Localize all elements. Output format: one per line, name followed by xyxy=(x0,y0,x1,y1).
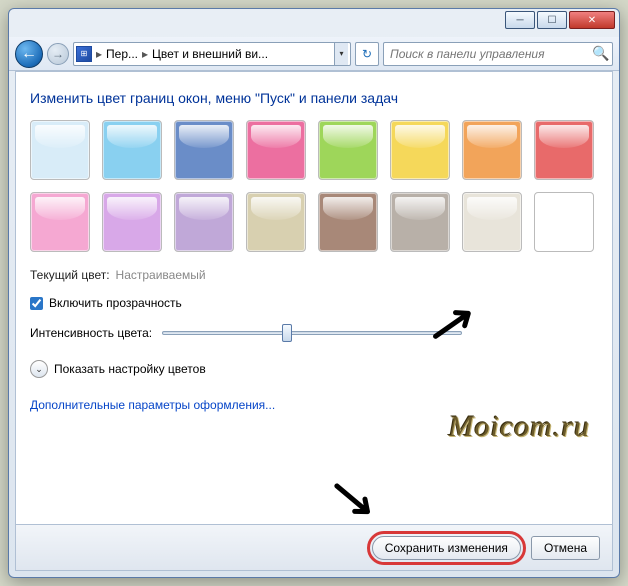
refresh-button[interactable]: ↻ xyxy=(355,42,379,66)
save-button[interactable]: Сохранить изменения xyxy=(372,536,521,560)
color-swatch-15[interactable] xyxy=(534,192,594,252)
advanced-appearance-link[interactable]: Дополнительные параметры оформления... xyxy=(30,398,275,412)
transparency-label: Включить прозрачность xyxy=(49,296,182,310)
minimize-button[interactable]: ─ xyxy=(505,11,535,29)
slider-track xyxy=(162,331,462,335)
cancel-button[interactable]: Отмена xyxy=(531,536,600,560)
intensity-label: Интенсивность цвета: xyxy=(30,326,152,340)
annotation-arrow-1 xyxy=(414,280,498,364)
show-mixer-label: Показать настройку цветов xyxy=(54,362,206,376)
current-color-label: Текущий цвет: xyxy=(30,268,110,282)
slider-thumb[interactable] xyxy=(282,324,292,342)
current-color-row: Текущий цвет: Настраиваемый xyxy=(30,268,598,282)
breadcrumb-2[interactable]: Цвет и внешний ви... xyxy=(152,47,268,61)
back-button[interactable]: ← xyxy=(15,40,43,68)
annotation-arrow-2 xyxy=(314,460,399,525)
maximize-button[interactable]: ☐ xyxy=(537,11,567,29)
chevron-down-icon[interactable]: ⌄ xyxy=(30,360,48,378)
arrow-right-icon: → xyxy=(52,47,64,61)
breadcrumb-separator: ▸ xyxy=(142,47,148,61)
arrow-left-icon: ← xyxy=(21,45,37,63)
content-area: Изменить цвет границ окон, меню "Пуск" и… xyxy=(15,71,613,525)
search-icon[interactable]: 🔍 xyxy=(590,45,612,62)
color-swatch-12[interactable] xyxy=(318,192,378,252)
transparency-checkbox[interactable] xyxy=(30,297,43,310)
color-swatch-5[interactable] xyxy=(390,120,450,180)
intensity-slider[interactable] xyxy=(162,324,462,342)
breadcrumb-1[interactable]: Пер... xyxy=(106,47,138,61)
color-swatch-3[interactable] xyxy=(246,120,306,180)
breadcrumb-separator: ▸ xyxy=(96,47,102,61)
close-button[interactable]: ✕ xyxy=(569,11,615,29)
color-swatch-0[interactable] xyxy=(30,120,90,180)
color-swatch-2[interactable] xyxy=(174,120,234,180)
transparency-row: Включить прозрачность xyxy=(30,296,598,310)
color-swatch-9[interactable] xyxy=(102,192,162,252)
watermark-text: Moicom.ru xyxy=(449,410,590,444)
intensity-row: Интенсивность цвета: xyxy=(30,324,598,342)
refresh-icon: ↻ xyxy=(362,47,372,61)
color-swatch-10[interactable] xyxy=(174,192,234,252)
titlebar: ─ ☐ ✕ xyxy=(9,9,619,37)
control-panel-icon: ⊞ xyxy=(76,46,92,62)
current-color-value: Настраиваемый xyxy=(116,268,206,282)
search-input[interactable] xyxy=(384,47,590,61)
navbar: ← → ⊞ ▸ Пер... ▸ Цвет и внешний ви... ▾ … xyxy=(9,37,619,71)
color-swatch-1[interactable] xyxy=(102,120,162,180)
color-swatch-14[interactable] xyxy=(462,192,522,252)
color-swatch-7[interactable] xyxy=(534,120,594,180)
color-swatch-4[interactable] xyxy=(318,120,378,180)
address-bar[interactable]: ⊞ ▸ Пер... ▸ Цвет и внешний ви... ▾ xyxy=(73,42,351,66)
color-swatch-6[interactable] xyxy=(462,120,522,180)
window-frame: ─ ☐ ✕ ← → ⊞ ▸ Пер... ▸ Цвет и внешний ви… xyxy=(8,8,620,578)
address-dropdown[interactable]: ▾ xyxy=(334,43,348,65)
search-box[interactable]: 🔍 xyxy=(383,42,613,66)
forward-button[interactable]: → xyxy=(47,43,69,65)
color-swatch-grid xyxy=(30,120,598,252)
color-swatch-13[interactable] xyxy=(390,192,450,252)
show-mixer-row[interactable]: ⌄ Показать настройку цветов xyxy=(30,360,598,378)
footer-bar: Сохранить изменения Отмена xyxy=(15,525,613,571)
color-swatch-11[interactable] xyxy=(246,192,306,252)
color-swatch-8[interactable] xyxy=(30,192,90,252)
page-title: Изменить цвет границ окон, меню "Пуск" и… xyxy=(30,90,598,106)
